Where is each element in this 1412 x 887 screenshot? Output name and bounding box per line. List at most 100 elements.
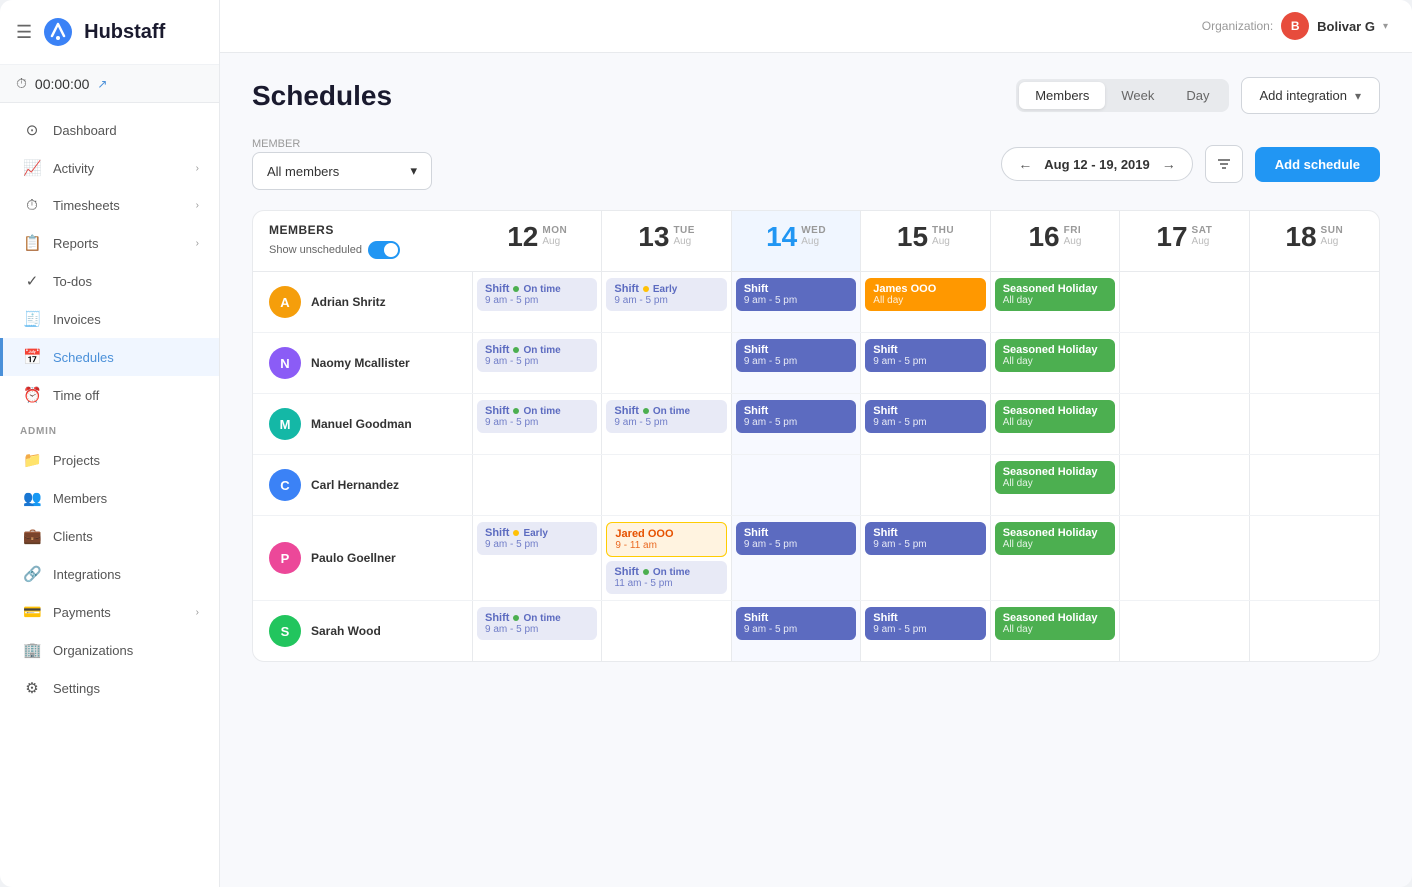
event-3-4[interactable]: Seasoned Holiday All day (995, 461, 1115, 494)
calendar-day-header-18: 18 SUN Aug (1250, 211, 1379, 271)
page-content: Schedules MembersWeekDay Add integration… (220, 53, 1412, 887)
add-schedule-button[interactable]: Add schedule (1255, 147, 1380, 182)
sidebar-item-members[interactable]: 👥 Members (0, 479, 219, 517)
event-4-2[interactable]: Shift 9 am - 5 pm (736, 522, 856, 555)
event-cell-5-6 (1250, 601, 1379, 661)
add-integration-button[interactable]: Add integration ▾ (1241, 77, 1380, 114)
sidebar-label-timeoff: Time off (53, 388, 99, 403)
event-cell-5-3: Shift 9 am - 5 pm (861, 601, 990, 661)
tab-members[interactable]: Members (1019, 82, 1105, 109)
event-2-2[interactable]: Shift 9 am - 5 pm (736, 400, 856, 433)
event-title: Shift Early (485, 527, 589, 539)
event-5-2[interactable]: Shift 9 am - 5 pm (736, 607, 856, 640)
event-0-4[interactable]: Seasoned Holiday All day (995, 278, 1115, 311)
sidebar-item-dashboard[interactable]: ⊙ Dashboard (0, 111, 219, 149)
event-1-0[interactable]: Shift On time 9 am - 5 pm (477, 339, 597, 372)
sidebar-item-integrations[interactable]: 🔗 Integrations (0, 555, 219, 593)
tab-day[interactable]: Day (1170, 82, 1225, 109)
event-0-1[interactable]: Shift Early 9 am - 5 pm (606, 278, 726, 311)
day-name-17: SAT (1192, 225, 1213, 236)
event-time: 11 am - 5 pm (614, 578, 718, 589)
sidebar-item-clients[interactable]: 💼 Clients (0, 517, 219, 555)
sidebar-item-invoices[interactable]: 🧾 Invoices (0, 300, 219, 338)
event-dot (513, 530, 519, 536)
tab-week[interactable]: Week (1105, 82, 1170, 109)
integrations-icon: 🔗 (23, 565, 41, 583)
clients-icon: 💼 (23, 527, 41, 545)
sidebar-item-todos[interactable]: ✓ To-dos (0, 262, 219, 300)
calendar-day-header-16: 16 FRI Aug (991, 211, 1120, 271)
settings-icon: ⚙ (23, 679, 41, 697)
event-0-3[interactable]: James OOO All day (865, 278, 985, 311)
day-header-inner-18: 18 SUN Aug (1258, 223, 1371, 251)
event-5-0[interactable]: Shift On time 9 am - 5 pm (477, 607, 597, 640)
event-2-3[interactable]: Shift 9 am - 5 pm (865, 400, 985, 433)
payments-icon: 💳 (23, 603, 41, 621)
nav-item-left-payments: 💳 Payments (23, 603, 111, 621)
event-cell-4-0: Shift Early 9 am - 5 pm (473, 516, 602, 600)
timer-expand-icon[interactable]: ↗ (97, 77, 107, 91)
event-cell-2-4: Seasoned Holiday All day (991, 394, 1120, 454)
show-unscheduled-toggle[interactable] (368, 241, 400, 259)
prev-date-button[interactable]: ← (1018, 156, 1032, 172)
day-header-text-16: FRI Aug (1064, 223, 1082, 247)
event-time: 9 am - 5 pm (485, 539, 589, 550)
event-1-3[interactable]: Shift 9 am - 5 pm (865, 339, 985, 372)
timesheets-icon: ⏱ (23, 197, 41, 214)
event-status: On time (653, 406, 690, 417)
sidebar-item-timeoff[interactable]: ⏰ Time off (0, 376, 219, 414)
sidebar-item-projects[interactable]: 📁 Projects (0, 441, 219, 479)
controls-row: MEMBER All members ▾ ← Aug 12 - 19, 2019… (252, 138, 1380, 190)
event-cell-5-4: Seasoned Holiday All day (991, 601, 1120, 661)
event-1-4[interactable]: Seasoned Holiday All day (995, 339, 1115, 372)
event-4-1[interactable]: Jared OOO 9 - 11 am (606, 522, 726, 557)
event-4-3[interactable]: Shift 9 am - 5 pm (865, 522, 985, 555)
sidebar-item-organizations[interactable]: 🏢 Organizations (0, 631, 219, 669)
next-date-button[interactable]: → (1162, 156, 1176, 172)
member-select[interactable]: All members ▾ (252, 152, 432, 190)
sidebar-item-settings[interactable]: ⚙ Settings (0, 669, 219, 707)
day-number-13: 13 (638, 223, 669, 251)
sidebar-item-timesheets[interactable]: ⏱ Timesheets › (0, 187, 219, 224)
sidebar-label-activity: Activity (53, 161, 94, 176)
sidebar-label-organizations: Organizations (53, 643, 133, 658)
org-name: Bolivar G (1317, 19, 1375, 34)
day-header-inner-17: 17 SAT Aug (1128, 223, 1240, 251)
day-header-text-14: WED Aug (801, 223, 826, 247)
org-selector[interactable]: Organization: B Bolivar G ▾ (1202, 12, 1388, 40)
event-cell-3-5 (1120, 455, 1249, 515)
event-0-0[interactable]: Shift On time 9 am - 5 pm (477, 278, 597, 311)
event-2-4[interactable]: Seasoned Holiday All day (995, 400, 1115, 433)
event-time: 9 am - 5 pm (744, 295, 848, 306)
event-cell-5-1 (602, 601, 731, 661)
invoices-icon: 🧾 (23, 310, 41, 328)
event-4-1[interactable]: Shift On time 11 am - 5 pm (606, 561, 726, 594)
member-avatar-2: M (269, 408, 301, 440)
event-2-0[interactable]: Shift On time 9 am - 5 pm (477, 400, 597, 433)
event-4-4[interactable]: Seasoned Holiday All day (995, 522, 1115, 555)
event-time: All day (873, 295, 977, 306)
event-5-4[interactable]: Seasoned Holiday All day (995, 607, 1115, 640)
date-nav: ← Aug 12 - 19, 2019 → (1001, 147, 1193, 181)
sidebar-label-projects: Projects (53, 453, 100, 468)
event-time: 9 am - 5 pm (744, 539, 848, 550)
member-name-1: Naomy Mcallister (311, 356, 410, 370)
event-title: Shift (873, 344, 977, 356)
sidebar-item-payments[interactable]: 💳 Payments › (0, 593, 219, 631)
activity-icon: 📈 (23, 159, 41, 177)
sidebar-item-activity[interactable]: 📈 Activity › (0, 149, 219, 187)
event-time: 9 - 11 am (615, 540, 717, 551)
day-number-18: 18 (1285, 223, 1316, 251)
filter-button[interactable] (1205, 145, 1243, 183)
organizations-icon: 🏢 (23, 641, 41, 659)
event-4-0[interactable]: Shift Early 9 am - 5 pm (477, 522, 597, 555)
event-5-3[interactable]: Shift 9 am - 5 pm (865, 607, 985, 640)
sidebar-item-schedules[interactable]: 📅 Schedules (0, 338, 219, 376)
event-0-2[interactable]: Shift 9 am - 5 pm (736, 278, 856, 311)
event-title: Seasoned Holiday (1003, 283, 1107, 295)
event-1-2[interactable]: Shift 9 am - 5 pm (736, 339, 856, 372)
event-2-1[interactable]: Shift On time 9 am - 5 pm (606, 400, 726, 433)
menu-icon[interactable]: ☰ (16, 22, 32, 43)
timer-display: 00:00:00 (35, 76, 90, 92)
sidebar-item-reports[interactable]: 📋 Reports › (0, 224, 219, 262)
